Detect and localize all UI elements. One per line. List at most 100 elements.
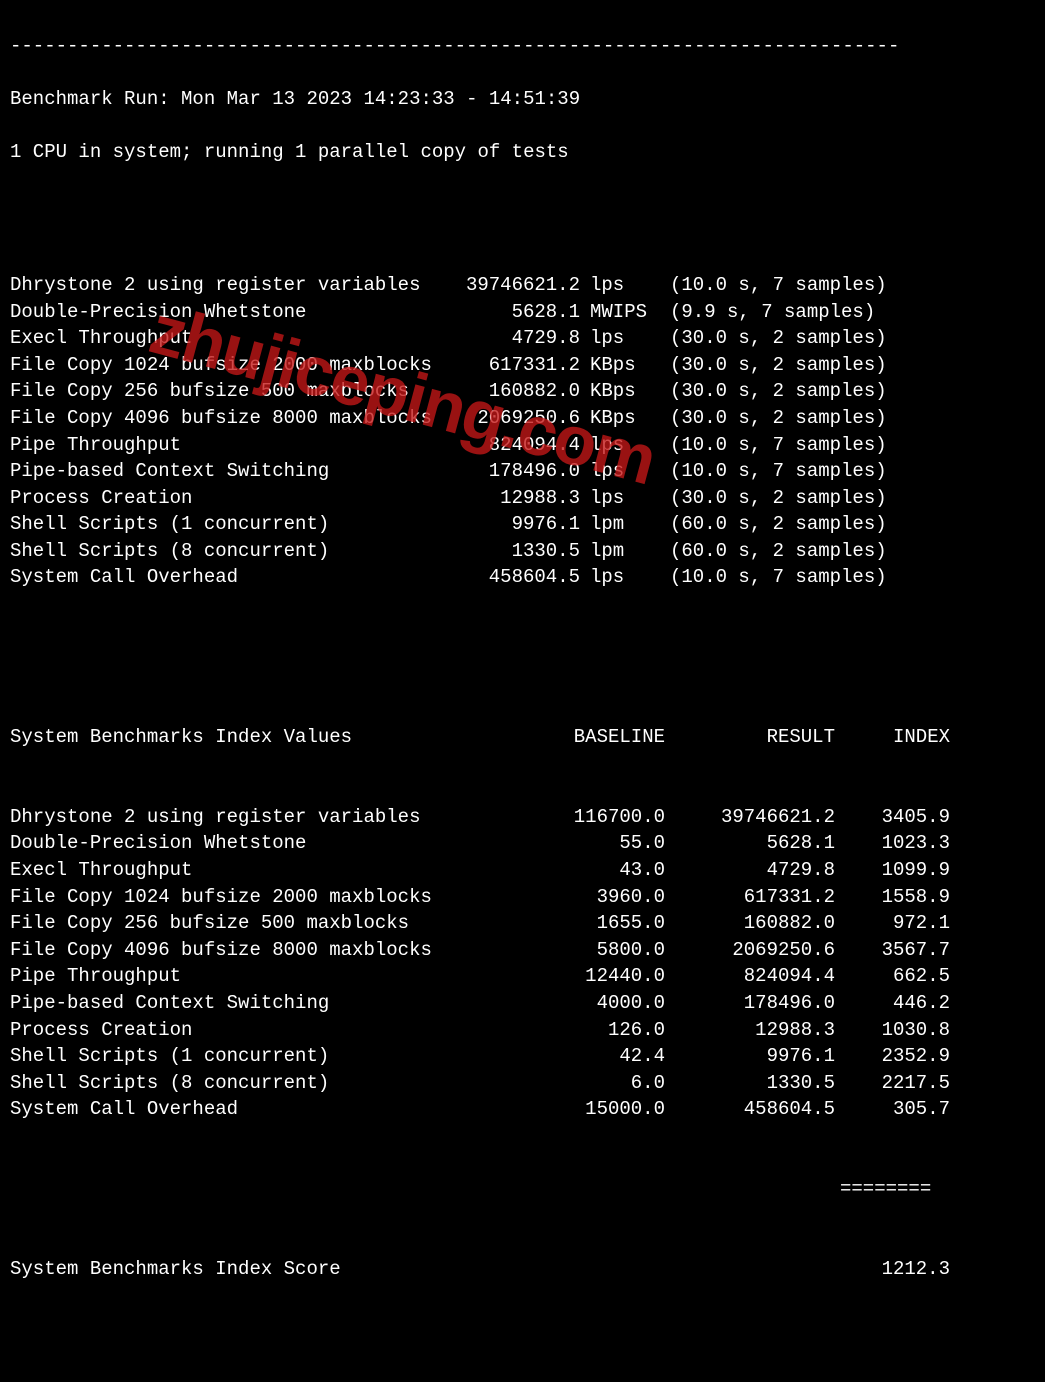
test-row: System Call Overhead458604.5lps(10.0 s, … <box>10 564 1035 591</box>
index-baseline: 1655.0 <box>440 910 665 937</box>
test-duration: (30.0 s, 2 samples) <box>660 485 887 512</box>
test-unit: lps <box>580 485 660 512</box>
test-row: Pipe Throughput824094.4lps(10.0 s, 7 sam… <box>10 432 1035 459</box>
test-duration: (10.0 s, 7 samples) <box>660 564 887 591</box>
test-value: 1330.5 <box>440 538 580 565</box>
index-row: Pipe Throughput12440.0824094.4662.5 <box>10 963 1035 990</box>
benchmark-run-line: Benchmark Run: Mon Mar 13 2023 14:23:33 … <box>10 86 1035 113</box>
test-row: Process Creation12988.3lps(30.0 s, 2 sam… <box>10 485 1035 512</box>
index-value: 446.2 <box>835 990 950 1017</box>
test-duration: (30.0 s, 2 samples) <box>660 378 887 405</box>
test-name: Dhrystone 2 using register variables <box>10 272 440 299</box>
test-unit: lpm <box>580 538 660 565</box>
test-duration: (10.0 s, 7 samples) <box>660 432 887 459</box>
index-baseline: 42.4 <box>440 1043 665 1070</box>
test-unit: KBps <box>580 352 660 379</box>
test-results-block: Dhrystone 2 using register variables3974… <box>10 272 1035 591</box>
separator-line: ----------------------------------------… <box>10 33 1035 60</box>
test-value: 2069250.6 <box>440 405 580 432</box>
index-result: 160882.0 <box>665 910 835 937</box>
index-result: 178496.0 <box>665 990 835 1017</box>
test-value: 39746621.2 <box>440 272 580 299</box>
cpu-info-line: 1 CPU in system; running 1 parallel copy… <box>10 139 1035 166</box>
test-duration: (60.0 s, 2 samples) <box>660 511 887 538</box>
test-row: File Copy 1024 bufsize 2000 maxblocks617… <box>10 352 1035 379</box>
index-result: 5628.1 <box>665 830 835 857</box>
index-name: Dhrystone 2 using register variables <box>10 804 440 831</box>
test-value: 9976.1 <box>440 511 580 538</box>
test-row: File Copy 256 bufsize 500 maxblocks16088… <box>10 378 1035 405</box>
index-baseline: 3960.0 <box>440 884 665 911</box>
test-unit: lps <box>580 432 660 459</box>
index-result: 824094.4 <box>665 963 835 990</box>
index-value: 305.7 <box>835 1096 950 1123</box>
test-name: Execl Throughput <box>10 325 440 352</box>
index-value: 1023.3 <box>835 830 950 857</box>
test-row: Execl Throughput4729.8lps(30.0 s, 2 samp… <box>10 325 1035 352</box>
index-row: File Copy 1024 bufsize 2000 maxblocks396… <box>10 884 1035 911</box>
test-value: 458604.5 <box>440 564 580 591</box>
index-name: Shell Scripts (8 concurrent) <box>10 1070 440 1097</box>
index-row: Dhrystone 2 using register variables1167… <box>10 804 1035 831</box>
score-label: System Benchmarks Index Score <box>10 1256 440 1283</box>
index-name: Pipe Throughput <box>10 963 440 990</box>
index-header-name: System Benchmarks Index Values <box>10 724 440 751</box>
test-value: 4729.8 <box>440 325 580 352</box>
index-value: 3567.7 <box>835 937 950 964</box>
test-name: File Copy 4096 bufsize 8000 maxblocks <box>10 405 440 432</box>
index-baseline: 6.0 <box>440 1070 665 1097</box>
test-value: 5628.1 <box>440 299 580 326</box>
index-value: 1099.9 <box>835 857 950 884</box>
test-duration: (10.0 s, 7 samples) <box>660 458 887 485</box>
test-duration: (9.9 s, 7 samples) <box>660 299 875 326</box>
index-result: 617331.2 <box>665 884 835 911</box>
index-baseline: 126.0 <box>440 1017 665 1044</box>
index-baseline: 15000.0 <box>440 1096 665 1123</box>
test-unit: lps <box>580 564 660 591</box>
test-unit: MWIPS <box>580 299 660 326</box>
index-row: Process Creation126.012988.31030.8 <box>10 1017 1035 1044</box>
index-row: Shell Scripts (1 concurrent)42.49976.123… <box>10 1043 1035 1070</box>
index-baseline: 12440.0 <box>440 963 665 990</box>
index-result: 9976.1 <box>665 1043 835 1070</box>
test-duration: (30.0 s, 2 samples) <box>660 405 887 432</box>
equals-text: ======== <box>840 1176 931 1203</box>
index-result: 2069250.6 <box>665 937 835 964</box>
index-value: 972.1 <box>835 910 950 937</box>
terminal-output: ----------------------------------------… <box>0 0 1045 1382</box>
test-duration: (30.0 s, 2 samples) <box>660 352 887 379</box>
index-name: System Call Overhead <box>10 1096 440 1123</box>
test-unit: lps <box>580 458 660 485</box>
index-result: 1330.5 <box>665 1070 835 1097</box>
test-duration: (30.0 s, 2 samples) <box>660 325 887 352</box>
index-baseline: 4000.0 <box>440 990 665 1017</box>
test-name: Pipe-based Context Switching <box>10 458 440 485</box>
test-name: File Copy 1024 bufsize 2000 maxblocks <box>10 352 440 379</box>
index-name: Shell Scripts (1 concurrent) <box>10 1043 440 1070</box>
test-unit: lps <box>580 272 660 299</box>
index-baseline: 116700.0 <box>440 804 665 831</box>
index-name: Pipe-based Context Switching <box>10 990 440 1017</box>
test-name: Process Creation <box>10 485 440 512</box>
index-baseline: 5800.0 <box>440 937 665 964</box>
test-unit: KBps <box>580 378 660 405</box>
index-row: Shell Scripts (8 concurrent)6.01330.5221… <box>10 1070 1035 1097</box>
index-value: 1558.9 <box>835 884 950 911</box>
index-row: Double-Precision Whetstone55.05628.11023… <box>10 830 1035 857</box>
index-result: 12988.3 <box>665 1017 835 1044</box>
test-name: Double-Precision Whetstone <box>10 299 440 326</box>
test-row: Shell Scripts (8 concurrent)1330.5lpm(60… <box>10 538 1035 565</box>
index-name: Process Creation <box>10 1017 440 1044</box>
index-values-block: Dhrystone 2 using register variables1167… <box>10 804 1035 1123</box>
index-row: System Call Overhead15000.0458604.5305.7 <box>10 1096 1035 1123</box>
equals-separator: ======== <box>10 1176 1035 1203</box>
index-result: 458604.5 <box>665 1096 835 1123</box>
index-name: File Copy 4096 bufsize 8000 maxblocks <box>10 937 440 964</box>
index-baseline: 55.0 <box>440 830 665 857</box>
test-name: Shell Scripts (8 concurrent) <box>10 538 440 565</box>
index-value: 1030.8 <box>835 1017 950 1044</box>
test-name: File Copy 256 bufsize 500 maxblocks <box>10 378 440 405</box>
score-value: 1212.3 <box>835 1256 950 1283</box>
index-header-index: INDEX <box>835 724 950 751</box>
test-row: Double-Precision Whetstone5628.1MWIPS(9.… <box>10 299 1035 326</box>
